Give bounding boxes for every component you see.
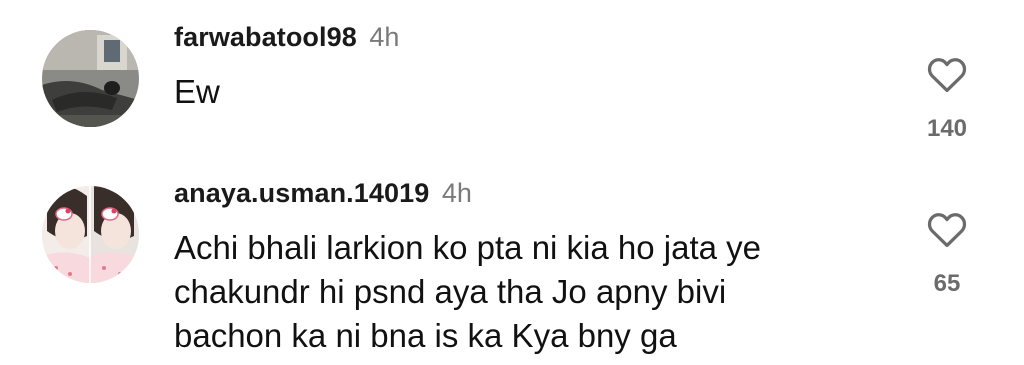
timestamp: 4h <box>369 22 400 52</box>
comment-item: farwabatool98 4h Ew 140 <box>0 0 1024 160</box>
comment-text: Achi bhali larkion ko pta ni kia ho jata… <box>174 226 894 358</box>
avatar[interactable] <box>42 186 139 283</box>
comment-header: farwabatool98 4h <box>174 22 399 53</box>
heart-outline-icon[interactable] <box>926 210 968 248</box>
timestamp: 4h <box>441 178 472 208</box>
like-button[interactable]: 140 <box>917 55 977 143</box>
avatar-photo <box>42 186 139 283</box>
avatar[interactable] <box>42 30 139 127</box>
avatar-photo <box>42 30 139 127</box>
username[interactable]: farwabatool98 <box>174 22 357 52</box>
like-count: 140 <box>926 115 968 142</box>
comment-text-line: Achi bhali larkion ko pta ni kia ho jata… <box>174 229 762 266</box>
comment-item: anaya.usman.14019 4h Achi bhali larkion … <box>0 160 1024 365</box>
username[interactable]: anaya.usman.14019 <box>174 178 429 208</box>
heart-outline-icon[interactable] <box>926 55 968 93</box>
comment-text-line: Ew <box>174 73 220 110</box>
comment-header: anaya.usman.14019 4h <box>174 178 472 209</box>
like-button[interactable]: 65 <box>917 210 977 298</box>
comment-text-line: bachon ka ni bna is ka Kya bny ga <box>174 317 677 354</box>
comment-text-line: chakundr hi psnd aya tha Jo apny bivi <box>174 273 727 310</box>
comment-text: Ew <box>174 70 220 114</box>
like-count: 65 <box>933 270 961 297</box>
